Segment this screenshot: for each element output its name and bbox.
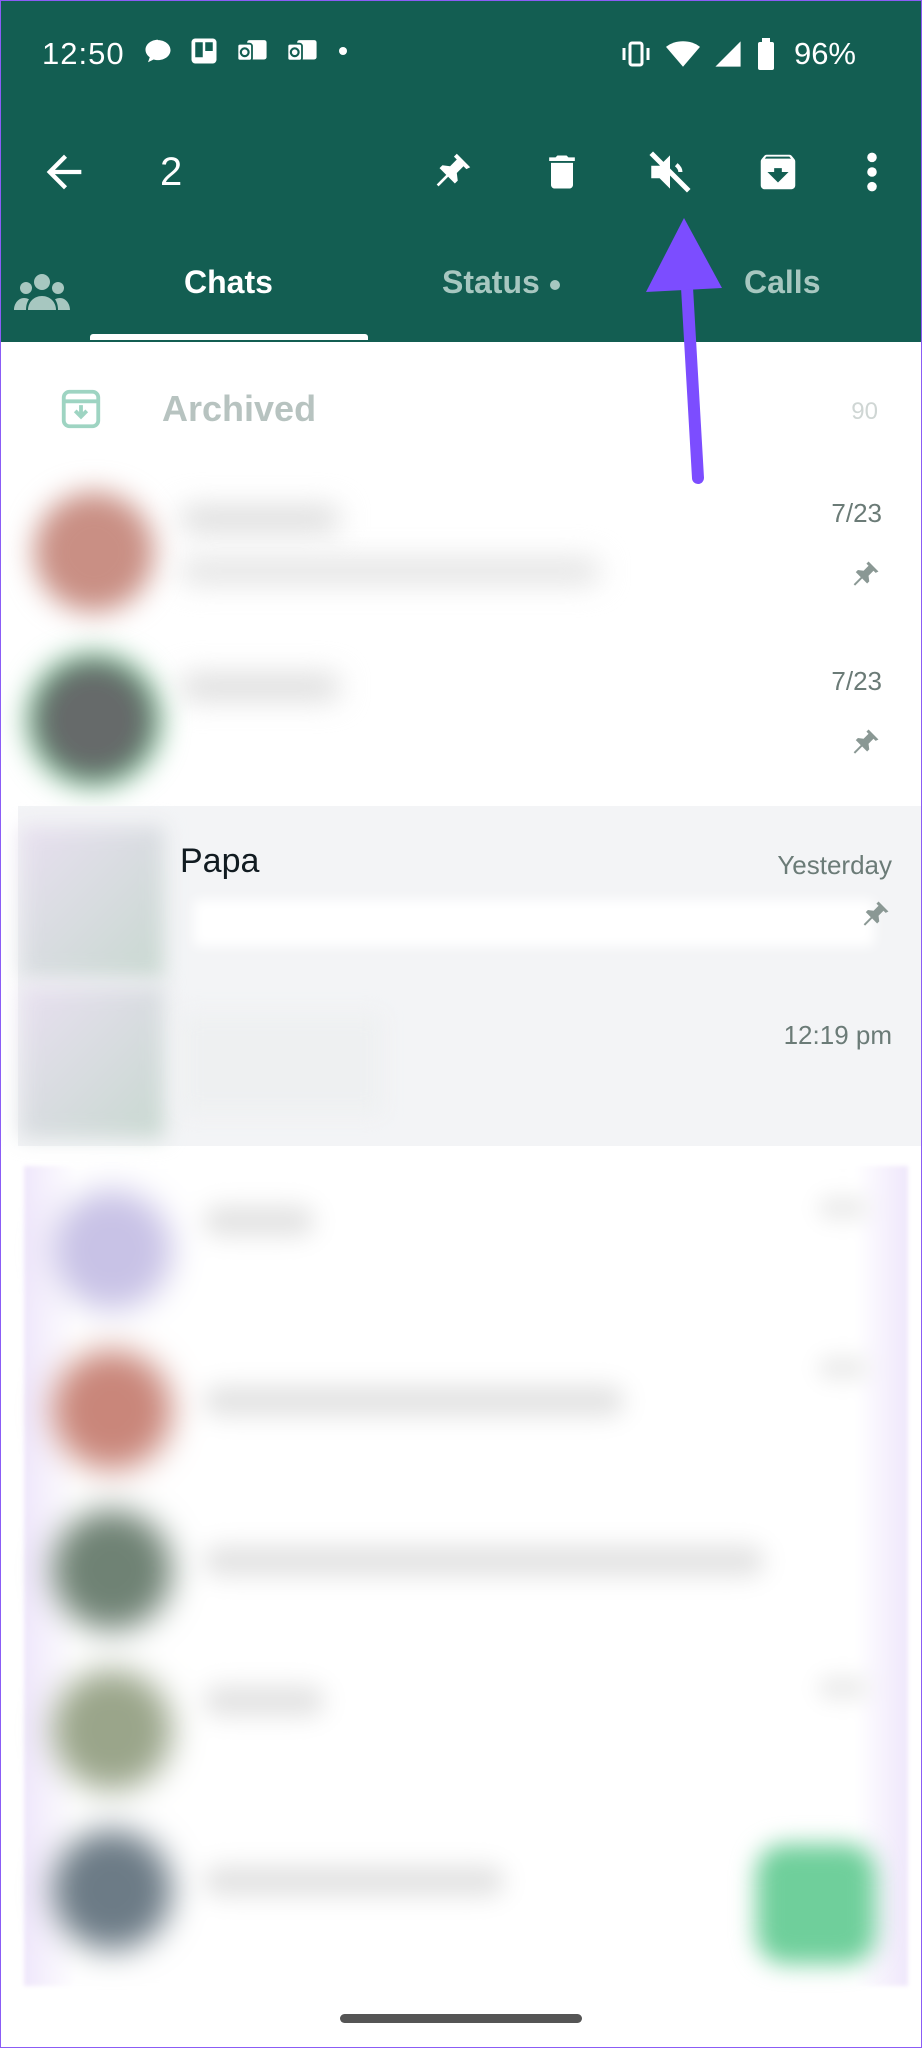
volume-off-icon — [649, 151, 691, 193]
chat-date: 7/23 — [831, 666, 882, 696]
archive-icon — [760, 154, 796, 190]
chat-name: Papa — [180, 842, 260, 880]
tab-chats-label: Chats — [184, 264, 273, 300]
pin-icon — [863, 901, 889, 926]
chat-row[interactable] — [24, 1166, 908, 1326]
chat-row[interactable]: 7/23 — [0, 462, 922, 632]
chat-date-redacted — [818, 1196, 868, 1220]
chat-preview-redacted — [194, 900, 874, 946]
chat-row[interactable] — [24, 1646, 908, 1806]
trash-icon — [549, 155, 575, 189]
chat-date: 12:19 pm — [783, 1020, 892, 1050]
back-button[interactable] — [38, 146, 90, 198]
annotation-arrow-icon — [646, 218, 722, 484]
archive-icon — [61, 389, 101, 429]
chat-date-redacted — [818, 1356, 868, 1380]
active-tab-indicator — [90, 334, 368, 340]
pin-icon — [436, 153, 471, 187]
chat-preview-redacted — [182, 1014, 382, 1114]
arrow-left-icon — [46, 154, 82, 190]
tab-calls[interactable]: Calls — [744, 264, 820, 301]
cell-signal-icon — [714, 39, 742, 69]
avatar — [20, 986, 164, 1138]
pin-icon — [853, 729, 879, 754]
battery-percent: 96% — [793, 36, 856, 71]
chat-name-redacted — [204, 1206, 314, 1236]
gesture-nav-handle[interactable] — [340, 2014, 582, 2023]
outlook-icon — [235, 36, 269, 66]
status-dot-icon — [549, 279, 560, 290]
chat-name-redacted — [180, 674, 340, 700]
communities-icon — [14, 274, 70, 310]
vibrate-icon — [620, 39, 652, 69]
mute-button[interactable] — [642, 144, 698, 200]
app-header: 12:50 96% 2 Chats Status Calls — [0, 0, 922, 342]
chat-preview-redacted — [180, 558, 600, 584]
chat-preview-redacted — [204, 1866, 504, 1896]
tab-status-label: Status — [442, 264, 540, 300]
selection-action-bar: 2 — [0, 122, 922, 222]
chat-bubble-icon — [143, 36, 173, 66]
avatar — [34, 492, 154, 612]
dot-icon — [335, 43, 351, 59]
chat-date-redacted — [818, 1676, 868, 1700]
chat-row-papa[interactable]: Papa Yesterday — [18, 806, 922, 978]
archived-label: Archived — [162, 388, 317, 429]
pin-button[interactable] — [424, 144, 480, 200]
more-options-button[interactable] — [844, 144, 900, 200]
status-bar: 12:50 96% — [0, 0, 922, 112]
chat-row[interactable]: 7/23 — [0, 630, 922, 800]
delete-button[interactable] — [534, 144, 590, 200]
new-chat-fab[interactable] — [756, 1844, 876, 1964]
tab-bar: Chats Status Calls — [0, 250, 922, 342]
chat-name-redacted — [180, 506, 340, 532]
clock: 12:50 — [42, 36, 125, 71]
chat-date: 7/23 — [831, 498, 882, 528]
chat-name-redacted — [204, 1686, 324, 1716]
archived-row[interactable]: Archived 90 — [0, 350, 922, 470]
battery-icon — [756, 38, 776, 70]
avatar — [52, 1830, 172, 1950]
avatar — [52, 1670, 172, 1790]
tab-chats[interactable]: Chats — [184, 264, 273, 301]
archived-count: 90 — [851, 398, 878, 425]
archive-button[interactable] — [750, 144, 806, 200]
trello-icon — [189, 36, 219, 66]
avatar — [20, 826, 164, 978]
tab-status[interactable]: Status — [442, 264, 560, 301]
more-vert-icon — [867, 152, 877, 192]
selected-chats: Papa Yesterday 12:19 pm — [18, 806, 922, 1146]
pin-icon — [853, 561, 879, 586]
selected-count: 2 — [160, 150, 183, 194]
tab-calls-label: Calls — [744, 264, 821, 300]
avatar — [52, 1350, 172, 1470]
avatar — [52, 1510, 172, 1630]
chat-row[interactable] — [24, 1326, 908, 1486]
chat-preview-redacted — [204, 1546, 764, 1576]
avatar — [52, 1190, 172, 1310]
avatar — [34, 660, 154, 780]
chat-date: Yesterday — [777, 850, 892, 880]
wifi-icon — [665, 39, 700, 69]
system-icons: 96% — [620, 36, 856, 72]
chat-preview-redacted — [204, 1386, 624, 1416]
chat-row[interactable] — [24, 1486, 908, 1646]
outlook-icon — [285, 36, 319, 66]
tab-communities[interactable] — [14, 270, 70, 314]
notification-icons — [143, 36, 351, 66]
